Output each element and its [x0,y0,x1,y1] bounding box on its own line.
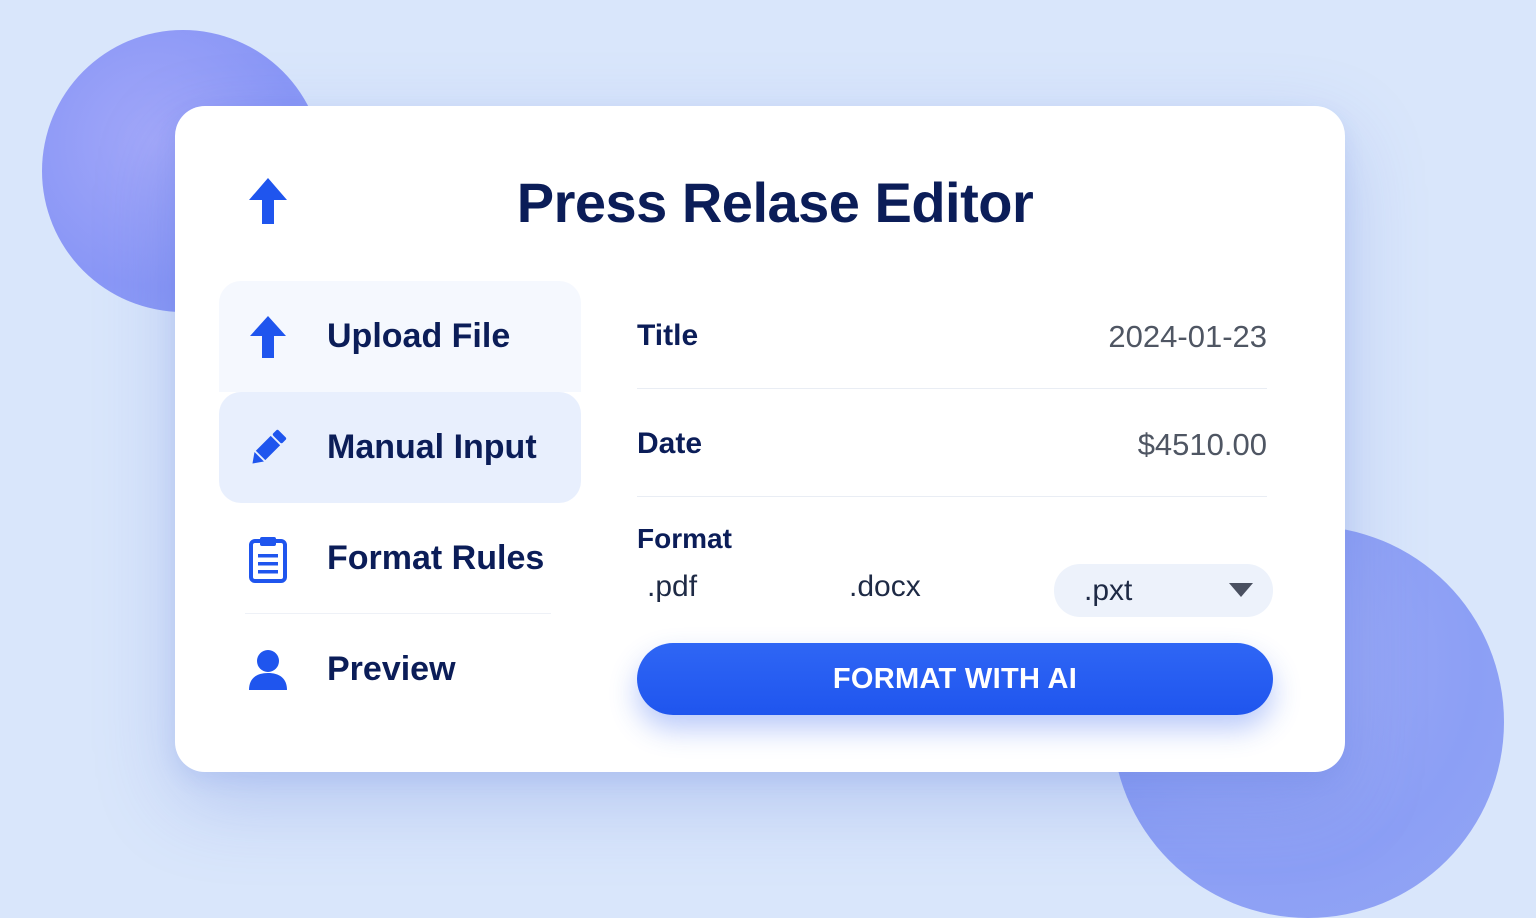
sidebar: Upload File Manual Input Format Rules Pr… [219,281,581,725]
date-value[interactable]: $4510.00 [1138,427,1267,463]
title-label: Title [637,319,699,352]
sidebar-item-label: Manual Input [327,428,537,466]
format-option-pdf[interactable]: .pdf [647,570,697,604]
sidebar-item-label: Format Rules [327,539,545,577]
page-title: Press Relase Editor [516,171,1034,234]
format-label: Format [637,523,732,554]
sidebar-item-label: Preview [327,650,456,688]
date-label: Date [637,427,703,460]
format-select-value: .pxt [1084,573,1133,607]
pencil-icon [247,424,289,472]
format-select[interactable]: .pxt [1054,564,1273,617]
editor-card: Press Relase Editor Upload File Manual I… [175,106,1345,772]
sidebar-item-format-rules[interactable]: Format Rules [219,503,581,614]
format-option-docx[interactable]: .docx [849,570,921,604]
user-icon [247,646,289,694]
sidebar-item-manual-input[interactable]: Manual Input [219,392,581,503]
sidebar-item-label: Upload File [327,317,511,355]
date-field-row[interactable]: Date $4510.00 [637,389,1267,497]
title-field-row[interactable]: Title 2024-01-23 [637,281,1267,389]
sidebar-item-preview[interactable]: Preview [219,614,581,725]
sidebar-item-upload-file[interactable]: Upload File [219,281,581,392]
form-panel: Title 2024-01-23 Date $4510.00 Format .p… [637,281,1273,715]
chevron-down-icon [1229,583,1253,597]
upload-arrow-icon [247,313,289,361]
clipboard-icon [247,535,289,583]
format-with-ai-button[interactable]: FORMAT WITH AI [637,643,1273,715]
title-value[interactable]: 2024-01-23 [1108,319,1267,355]
